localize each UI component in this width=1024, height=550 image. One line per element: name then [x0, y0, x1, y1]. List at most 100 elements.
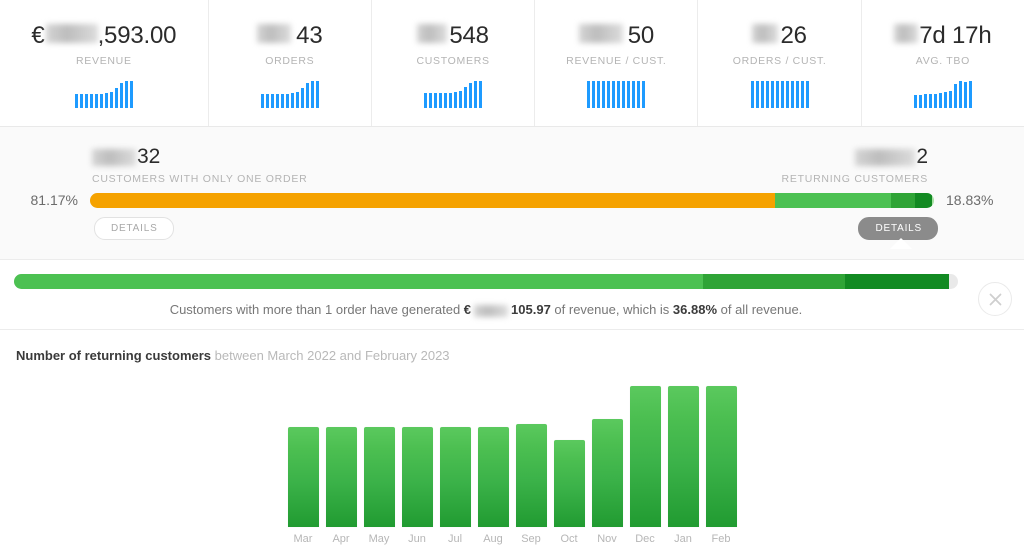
sparkline-revenue [74, 80, 133, 108]
customer-split-panel: 32 CUSTOMERS WITH ONLY ONE ORDER 2 RETUR… [0, 127, 1024, 260]
x-tick-label: May [368, 533, 390, 545]
kpi-card-orders[interactable]: 43 ORDERS [207, 0, 371, 126]
chart-bar [705, 386, 737, 527]
bar-column[interactable] [667, 377, 699, 527]
bar-column[interactable] [401, 377, 433, 527]
kpi-card-orders-per-customer[interactable]: 26 ORDERS / CUST. [697, 0, 860, 126]
bar-column[interactable] [287, 377, 319, 527]
x-tick-label: Apr [332, 533, 350, 545]
x-tick-label: Sep [521, 533, 541, 545]
kpi-value-orders: 43 [257, 22, 323, 50]
kpi-card-revenue-per-customer[interactable]: 50 REVENUE / CUST. [534, 0, 697, 126]
chart-x-axis-labels: Mar Apr May Jun Jul Aug Sep Oct Nov Dec Jan Feb [16, 533, 1008, 545]
currency-symbol: € [31, 22, 45, 49]
callout-progress-bar [14, 274, 958, 289]
segment-returning [775, 192, 934, 208]
chart-bar [287, 427, 319, 527]
chart-bar [553, 440, 585, 527]
bar-column[interactable] [629, 377, 661, 527]
kpi-number: 7d 17h [919, 22, 992, 49]
kpi-value-customers: 548 [417, 22, 489, 50]
chart-bar [363, 427, 395, 527]
bar-column[interactable] [591, 377, 623, 527]
redacted-value [855, 148, 916, 166]
bar-column[interactable] [553, 377, 585, 527]
close-icon[interactable] [978, 282, 1012, 316]
kpi-number: 548 [449, 22, 489, 49]
x-tick-label: Jan [674, 533, 692, 545]
redacted-value [894, 24, 919, 43]
kpi-label-avg-tbo: AVG. TBO [915, 55, 970, 67]
x-tick-label: Feb [711, 533, 731, 545]
x-tick-label: Aug [483, 533, 503, 545]
kpi-number: 43 [296, 22, 323, 49]
kpi-card-customers[interactable]: 548 CUSTOMERS [370, 0, 534, 126]
bar-column[interactable] [439, 377, 471, 527]
callout-text: Customers with more than 1 order have ge… [14, 302, 958, 317]
callout-currency: € [463, 302, 472, 317]
sparkline-customers [424, 80, 483, 108]
split-bar-row: 81.17% 18.83% [0, 189, 1024, 211]
callout-amount: 105.97 [511, 302, 551, 317]
kpi-label-revenue: REVENUE [76, 55, 132, 67]
kpi-label-revenue-per-customer: REVENUE / CUST. [566, 55, 667, 67]
returning-percent: 18.83% [946, 192, 994, 208]
x-tick-label: Jul [447, 533, 463, 545]
segment-returning-light [775, 192, 892, 208]
kpi-number: ,593.00 [97, 22, 177, 49]
callout-text-part3: of all revenue. [717, 302, 803, 317]
returning-customers-callout: Customers with more than 1 order have ge… [0, 260, 1024, 330]
one-order-label: CUSTOMERS WITH ONLY ONE ORDER [92, 173, 308, 185]
redacted-value [257, 24, 292, 43]
redacted-value [417, 24, 448, 43]
sparkline-orders-per-customer [750, 80, 809, 108]
redacted-value [474, 304, 509, 317]
chart-bar [401, 427, 433, 527]
bar-column[interactable] [325, 377, 357, 527]
x-tick-label: Nov [597, 533, 617, 545]
kpi-value-revenue-per-customer: 50 [578, 22, 654, 50]
split-progress-bar[interactable] [90, 192, 934, 208]
kpi-card-avg-tbo[interactable]: 7d 17h AVG. TBO [860, 0, 1024, 126]
split-headings: 32 CUSTOMERS WITH ONLY ONE ORDER 2 RETUR… [0, 127, 1024, 187]
callout-text-part1: Customers with more than 1 order have ge… [169, 302, 464, 317]
x-tick-label: Oct [560, 533, 578, 545]
x-tick-label: Jun [408, 533, 426, 545]
chart-bar [325, 427, 357, 527]
returning-customers-chart: Number of returning customers between Ma… [0, 330, 1024, 550]
x-tick-label: Mar [293, 533, 313, 545]
kpi-number: 26 [780, 22, 807, 49]
chart-title-main: Number of returning customers [16, 348, 212, 363]
chart-subtitle: between March 2022 and February 2023 [214, 348, 450, 363]
chart-bar [477, 427, 509, 527]
kpi-number: 50 [627, 22, 654, 49]
callout-share: 36.88% [672, 302, 718, 317]
chart-bar [667, 386, 699, 527]
callout-segment-dark [844, 274, 949, 289]
kpi-value-orders-per-customer: 26 [752, 22, 807, 50]
kpi-value-avg-tbo: 7d 17h [894, 22, 992, 50]
kpi-label-orders: ORDERS [265, 55, 315, 67]
bar-column[interactable] [515, 377, 547, 527]
segment-returning-dark [914, 192, 933, 208]
chart-bar [591, 419, 623, 527]
chart-plot [16, 377, 1008, 527]
chart-bar [629, 386, 661, 527]
split-details-row: DETAILS DETAILS [0, 217, 1024, 241]
details-button-returning[interactable]: DETAILS [858, 217, 938, 240]
redacted-value [45, 24, 98, 43]
kpi-card-revenue[interactable]: € ,593.00 REVENUE [0, 0, 208, 126]
segment-one-order [90, 192, 776, 208]
bar-column[interactable] [705, 377, 737, 527]
chart-bar [439, 427, 471, 527]
one-order-value: 32 [92, 145, 307, 169]
redacted-value [578, 24, 623, 43]
callout-segment-light [14, 274, 704, 289]
one-order-heading: 32 CUSTOMERS WITH ONLY ONE ORDER [92, 145, 307, 185]
bar-column[interactable] [363, 377, 395, 527]
sparkline-revenue-per-customer [587, 80, 646, 108]
details-button-one-order[interactable]: DETAILS [94, 217, 174, 240]
callout-segment-mid [703, 274, 845, 289]
bar-column[interactable] [477, 377, 509, 527]
kpi-value-revenue: € ,593.00 [31, 22, 176, 50]
